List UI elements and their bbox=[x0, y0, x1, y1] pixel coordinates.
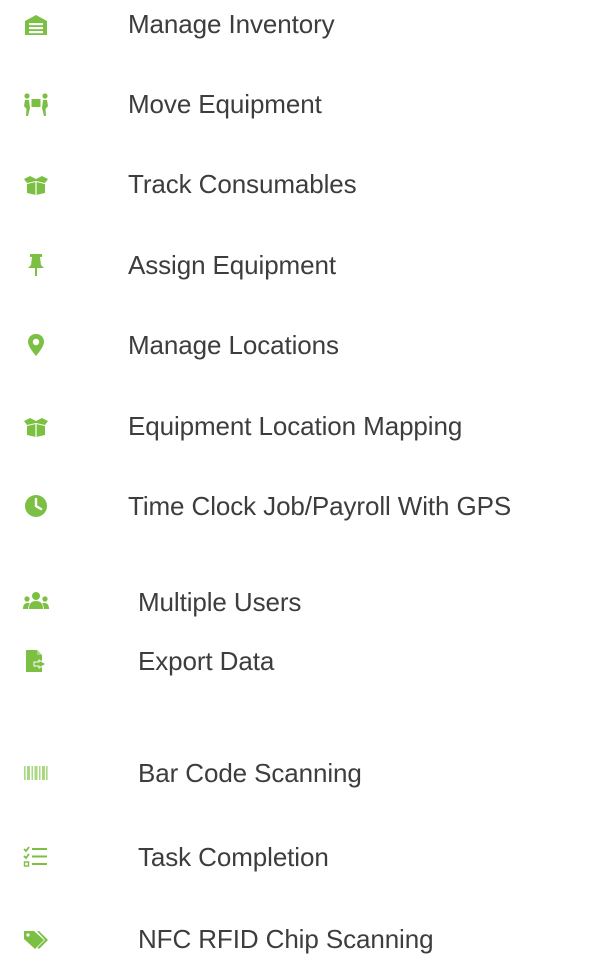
clock-icon bbox=[22, 492, 50, 520]
thumbtack-icon bbox=[22, 251, 50, 279]
feature-list: Manage Inventory Move Equipment Track Co… bbox=[0, 0, 592, 965]
feature-item-time-clock: Time Clock Job/Payroll With GPS bbox=[0, 482, 592, 532]
feature-item-nfc-rfid: NFC RFID Chip Scanning bbox=[0, 915, 592, 965]
feature-label: Manage Locations bbox=[128, 330, 339, 360]
users-icon bbox=[22, 588, 50, 616]
tasks-icon bbox=[22, 843, 50, 871]
feature-label: Assign Equipment bbox=[128, 250, 336, 280]
feature-item-manage-inventory: Manage Inventory bbox=[0, 0, 592, 50]
feature-label: Manage Inventory bbox=[128, 9, 335, 39]
feature-item-export-data: Export Data bbox=[0, 637, 592, 687]
open-box-icon bbox=[22, 170, 50, 198]
feature-label: Task Completion bbox=[138, 842, 329, 872]
feature-label: NFC RFID Chip Scanning bbox=[138, 924, 434, 954]
warehouse-icon bbox=[22, 10, 50, 38]
feature-item-multiple-users: Multiple Users bbox=[0, 578, 592, 628]
people-carry-icon bbox=[22, 90, 50, 118]
file-export-icon bbox=[22, 647, 50, 675]
feature-item-move-equipment: Move Equipment bbox=[0, 80, 592, 130]
feature-item-track-consumables: Track Consumables bbox=[0, 160, 592, 210]
feature-item-assign-equipment: Assign Equipment bbox=[0, 241, 592, 291]
feature-label: Equipment Location Mapping bbox=[128, 411, 463, 441]
feature-item-manage-locations: Manage Locations bbox=[0, 321, 592, 371]
feature-item-task-completion: Task Completion bbox=[0, 833, 592, 883]
feature-label: Move Equipment bbox=[128, 89, 322, 119]
feature-label: Track Consumables bbox=[128, 169, 357, 199]
barcode-icon bbox=[22, 759, 50, 787]
feature-label: Time Clock Job/Payroll With GPS bbox=[128, 491, 512, 521]
feature-item-bar-code-scanning: Bar Code Scanning bbox=[0, 749, 592, 799]
feature-label: Bar Code Scanning bbox=[138, 758, 362, 788]
tags-icon bbox=[22, 925, 50, 953]
feature-label: Export Data bbox=[138, 646, 275, 676]
map-marker-icon bbox=[22, 331, 50, 359]
open-box-icon bbox=[22, 412, 50, 440]
feature-label: Multiple Users bbox=[138, 587, 302, 617]
feature-item-equipment-location-mapping: Equipment Location Mapping bbox=[0, 402, 592, 452]
